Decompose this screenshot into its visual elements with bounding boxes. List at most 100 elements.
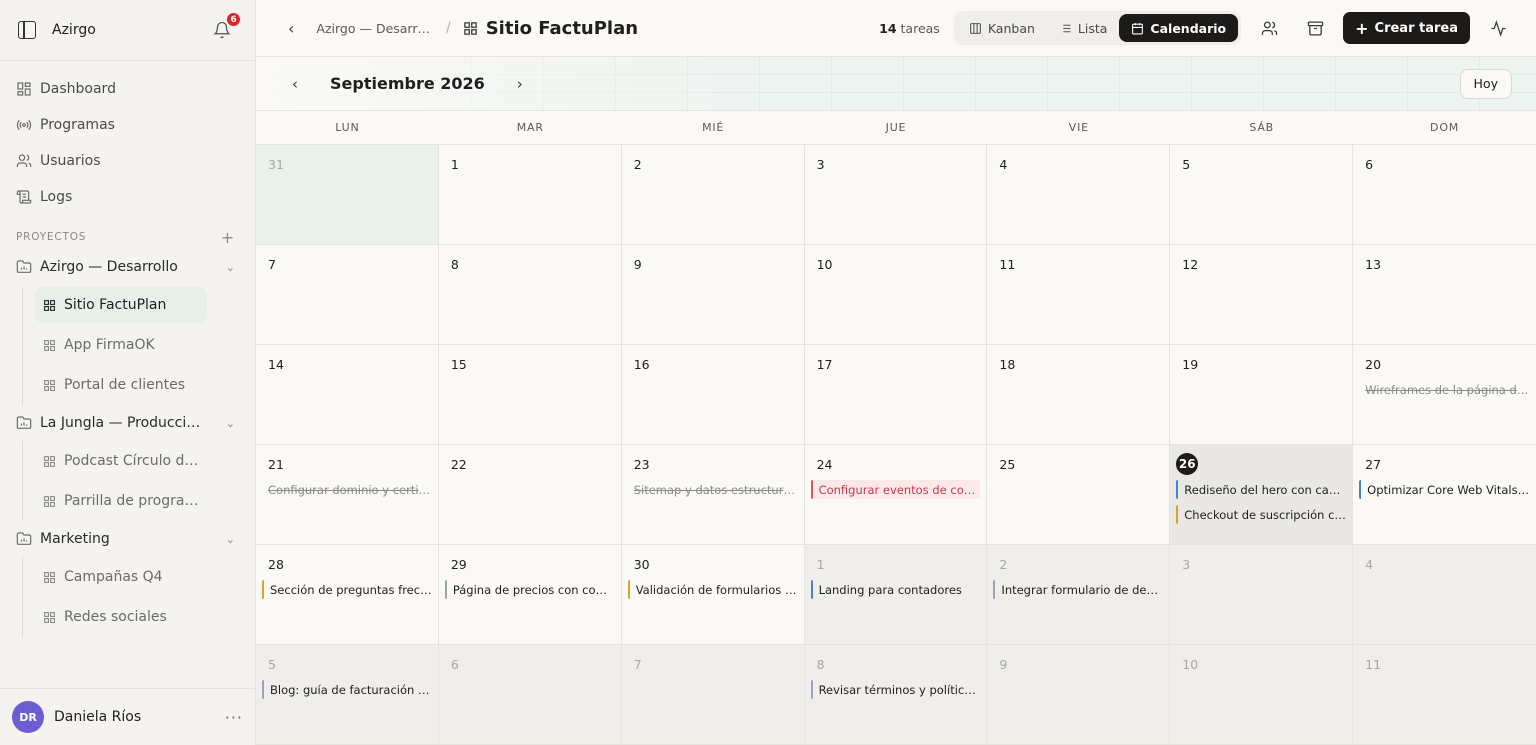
archive-button[interactable] [1297,11,1333,45]
project-azirgo-desarrollo[interactable]: Azirgo — Desarrollo ⌄ [16,249,239,285]
calendar-day[interactable]: 22 [438,445,622,545]
project-item-redes-sociales[interactable]: Redes sociales [35,597,239,637]
today-button[interactable]: Hoy [1459,68,1512,99]
day-number: 13 [1365,256,1382,272]
calendar-day[interactable]: 15 [438,345,622,445]
calendar-day[interactable]: 9 [621,245,805,345]
project-item-portal-clientes[interactable]: Portal de clientes [35,365,239,405]
calendar-day[interactable]: 3 [1170,545,1354,645]
calendar-day[interactable]: 24 Configurar eventos de conve… [804,445,988,545]
add-project-button[interactable]: + [221,228,235,247]
task-chip[interactable]: Optimizar Core Web Vitals e… [1359,480,1530,499]
calendar-day[interactable]: 31 [256,145,439,245]
calendar-day[interactable]: 1 [438,145,622,245]
project-item-podcast[interactable]: Podcast Círculo de … [35,441,239,481]
project-item-sitio-factuplan[interactable]: Sitio FactuPlan [35,287,207,323]
calendar-day[interactable]: 17 [804,345,988,445]
calendar-day[interactable]: 20 Wireframes de la página de i… [1353,345,1536,445]
calendar-day[interactable]: 21 Configurar dominio y certific… [256,445,439,545]
calendar-day[interactable]: 13 [1353,245,1536,345]
calendar-day[interactable]: 8 Revisar términos y política d… [804,645,988,745]
sidebar-toggle-icon[interactable] [18,21,36,39]
task-chip[interactable]: Revisar términos y política d… [810,680,980,699]
calendar-day[interactable]: 5 Blog: guía de facturación ele… [256,645,439,745]
nav-item-dashboard[interactable]: Dashboard [16,71,239,107]
calendar-day[interactable]: 30 Validación de formularios en… [621,545,805,645]
calendar-day[interactable]: 5 [1170,145,1354,245]
workspace-name[interactable]: Azirgo [52,22,213,38]
grid-icon [44,611,55,623]
view-lista-button[interactable]: Lista [1047,14,1120,42]
calendar-day[interactable]: 2 [621,145,805,245]
activity-button[interactable] [1480,11,1516,45]
calendar-day[interactable]: 12 [1170,245,1354,345]
calendar-day[interactable]: 23 Sitemap y datos estructurad… [621,445,805,545]
day-number: 3 [816,156,825,172]
project-item-parrilla[interactable]: Parrilla de program… [35,481,239,521]
more-options-icon[interactable]: ··· [225,708,243,727]
calendar-day[interactable]: 27 Optimizar Core Web Vitals e… [1353,445,1536,545]
task-chip[interactable]: Landing para contadores [810,580,981,599]
chevron-down-icon[interactable]: ⌄ [226,533,235,546]
project-la-jungla[interactable]: La Jungla — Producci… ⌄ [16,405,239,441]
create-task-button[interactable]: + Crear tarea [1343,12,1470,44]
calendar-day[interactable]: 4 [1353,545,1536,645]
calendar-day[interactable]: 25 [987,445,1171,545]
calendar-day[interactable]: 14 [256,345,439,445]
task-chip[interactable]: Sitemap y datos estructurad… [628,480,798,499]
chevron-down-icon[interactable]: ⌄ [226,417,235,430]
calendar-day[interactable]: 11 [987,245,1171,345]
task-chip[interactable]: Rediseño del hero con captu… [1176,480,1346,499]
notifications-button[interactable]: 6 [213,12,241,39]
project-children: Sitio FactuPlan App FirmaOK Portal de cl… [22,287,239,405]
chevron-down-icon[interactable]: ⌄ [226,261,235,274]
project-item-campanas-q4[interactable]: Campañas Q4 [35,557,239,597]
nav-item-programas[interactable]: Programas [16,107,239,143]
task-chip[interactable]: Configurar eventos de conve… [810,480,981,499]
calendar-day[interactable]: 16 [621,345,805,445]
next-month-chevron-icon[interactable]: › [509,75,531,93]
day-number: 7 [268,256,276,272]
project-marketing[interactable]: Marketing ⌄ [16,521,239,557]
day-number: 6 [450,656,459,672]
day-number: 24 [816,456,833,472]
calendar-day[interactable]: 11 [1353,645,1536,745]
view-calendario-button[interactable]: Calendario [1119,14,1239,42]
project-item-app-firmaok[interactable]: App FirmaOK [35,325,239,365]
calendar-day[interactable]: 19 [1170,345,1354,445]
calendar-day[interactable]: 7 [621,645,805,745]
task-chip[interactable]: Sección de preguntas frecu… [262,580,432,599]
calendar-day[interactable]: 3 [804,145,988,245]
calendar-day[interactable]: 8 [438,245,622,345]
calendar-day[interactable]: 4 [987,145,1171,245]
calendar-day[interactable]: 10 [804,245,988,345]
nav-item-logs[interactable]: Logs [16,179,239,215]
calendar-day-today[interactable]: 26 Rediseño del hero con captu… Checkout d… [1170,445,1354,545]
nav-item-usuarios[interactable]: Usuarios [16,143,239,179]
user-footer[interactable]: DR Daniela Ríos ··· [0,688,255,745]
task-title: Configurar dominio y certific… [268,482,432,497]
breadcrumb[interactable]: Azirgo — Desarr… [316,21,430,36]
task-chip[interactable]: Checkout de suscripción co… [1176,505,1346,524]
calendar-day[interactable]: 10 [1170,645,1354,745]
task-chip[interactable]: Wireframes de la página de i… [1359,380,1530,399]
calendar-day[interactable]: 6 [438,645,622,745]
task-chip[interactable]: Página de precios con comp… [444,580,615,599]
task-chip[interactable]: Validación de formularios en… [627,580,798,599]
back-chevron-icon[interactable]: ‹ [288,19,294,38]
calendar-day[interactable]: 1 Landing para contadores [804,545,988,645]
calendar-day[interactable]: 2 Integrar formulario de demo … [987,545,1171,645]
view-kanban-button[interactable]: Kanban [957,14,1047,42]
calendar-day[interactable]: 7 [256,245,439,345]
task-chip[interactable]: Configurar dominio y certific… [262,480,432,499]
calendar-day[interactable]: 9 [987,645,1171,745]
calendar-day[interactable]: 28 Sección de preguntas frecu… [256,545,439,645]
task-chip[interactable]: Integrar formulario de demo … [993,580,1163,599]
members-button[interactable] [1251,11,1287,45]
calendar-day[interactable]: 6 [1353,145,1536,245]
calendar-day[interactable]: 18 [987,345,1171,445]
project-children: Campañas Q4 Redes sociales [22,557,239,637]
prev-month-chevron-icon[interactable]: ‹ [284,75,306,93]
task-chip[interactable]: Blog: guía de facturación ele… [262,680,432,699]
calendar-day[interactable]: 29 Página de precios con comp… [438,545,622,645]
